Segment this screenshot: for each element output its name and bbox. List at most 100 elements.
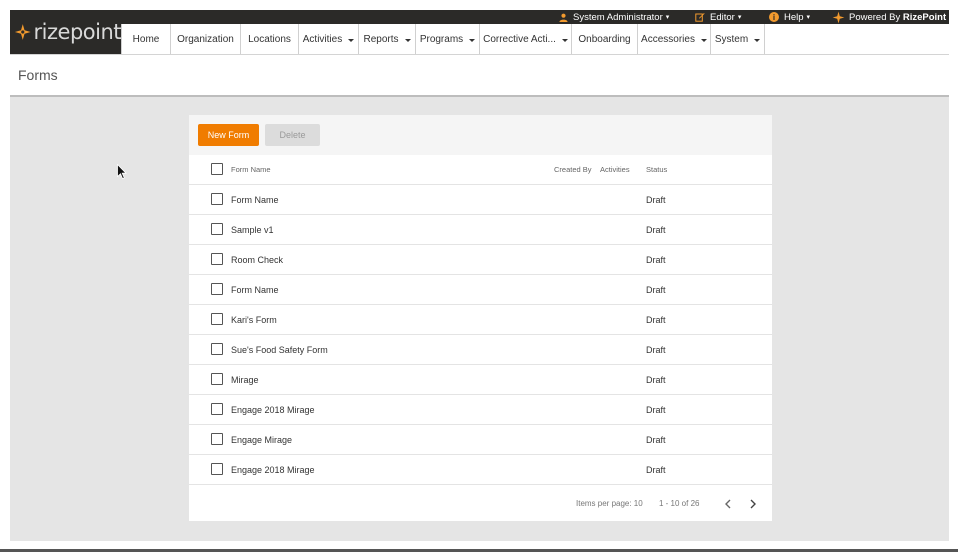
main-nav: Home Organization Locations Activities Repor… [121, 24, 765, 54]
caret-down-icon [404, 38, 411, 42]
table-header: Form Name Created By Activities Status [189, 155, 772, 185]
form-name-cell[interactable]: Engage 2018 Mirage [231, 395, 315, 425]
row-checkbox[interactable] [211, 253, 223, 265]
editor-menu-label: Editor [710, 11, 735, 23]
caret-down-icon [469, 38, 476, 42]
table-row[interactable]: Sue's Food Safety Form Draft [189, 335, 772, 365]
row-checkbox[interactable] [211, 403, 223, 415]
powered-by-prefix: Powered By [849, 11, 901, 23]
chevron-down-icon: ▾ [665, 14, 670, 21]
table-row[interactable]: Mirage Draft [189, 365, 772, 395]
nav-item-onboarding[interactable]: Onboarding [571, 24, 637, 54]
nav-divider [10, 54, 949, 55]
table-row[interactable]: Form Name Draft [189, 275, 772, 305]
row-checkbox[interactable] [211, 373, 223, 385]
form-name-cell[interactable]: Room Check [231, 245, 283, 275]
select-all-checkbox[interactable] [211, 163, 223, 175]
row-checkbox[interactable] [211, 193, 223, 205]
nav-item-corrective-acti[interactable]: Corrective Acti... [479, 24, 571, 54]
form-name-cell[interactable]: Kari's Form [231, 305, 277, 335]
nav-item-label: Activities [302, 33, 343, 45]
table-row[interactable]: Engage Mirage Draft [189, 425, 772, 455]
info-icon: i [769, 12, 779, 22]
column-header-form-name[interactable]: Form Name [231, 155, 271, 185]
row-checkbox[interactable] [211, 433, 223, 445]
form-name-cell[interactable]: Mirage [231, 365, 259, 395]
row-checkbox[interactable] [211, 343, 223, 355]
chevron-down-icon: ▾ [737, 14, 742, 21]
logo[interactable]: rizepoint [10, 10, 122, 54]
nav-item-activities[interactable]: Activities [298, 24, 358, 54]
status-cell: Draft [646, 195, 666, 205]
table-row[interactable]: Engage 2018 Mirage Draft [189, 455, 772, 485]
nav-item-reports[interactable]: Reports [358, 24, 415, 54]
items-per-page[interactable]: Items per page: 10 [576, 486, 643, 521]
chevron-left-icon [725, 499, 731, 509]
status-cell: Draft [646, 375, 666, 385]
help-menu[interactable]: i Help ▾ [769, 10, 810, 24]
user-menu[interactable]: System Administrator ▾ [559, 10, 669, 24]
column-header-created-by[interactable]: Created By [554, 155, 592, 185]
nav-item-locations[interactable]: Locations [240, 24, 298, 54]
form-name-cell[interactable]: Sample v1 [231, 215, 274, 245]
nav-item-label: Organization [177, 33, 234, 45]
prev-page-button[interactable] [722, 498, 734, 510]
status-cell: Draft [646, 405, 666, 415]
nav-item-programs[interactable]: Programs [415, 24, 479, 54]
row-checkbox[interactable] [211, 313, 223, 325]
row-checkbox[interactable] [211, 463, 223, 475]
user-icon [559, 13, 568, 22]
form-name-cell[interactable]: Engage 2018 Mirage [231, 455, 315, 485]
delete-button[interactable]: Delete [265, 124, 320, 146]
nav-item-label: Reports [363, 33, 399, 45]
rizepoint-star-icon [14, 24, 31, 40]
editor-menu[interactable]: Editor ▾ [695, 10, 741, 24]
caret-down-icon [348, 38, 355, 42]
chevron-right-icon [750, 499, 756, 509]
rizepoint-star-icon [832, 11, 845, 23]
nav-item-label: System [714, 33, 749, 45]
nav-item-label: Accessories [641, 33, 695, 45]
nav-item-organization[interactable]: Organization [170, 24, 240, 54]
row-checkbox[interactable] [211, 283, 223, 295]
nav-item-home[interactable]: Home [121, 24, 170, 54]
nav-item-label: Onboarding [578, 33, 631, 45]
help-menu-label: Help [784, 11, 804, 23]
status-cell: Draft [646, 345, 666, 355]
status-cell: Draft [646, 435, 666, 445]
form-name-cell[interactable]: Form Name [231, 185, 279, 215]
table-row[interactable]: Room Check Draft [189, 245, 772, 275]
table-row[interactable]: Kari's Form Draft [189, 305, 772, 335]
table-row[interactable]: Sample v1 Draft [189, 215, 772, 245]
logo-text: rizepoint [33, 20, 122, 44]
caret-down-icon [561, 38, 568, 42]
next-page-button[interactable] [747, 498, 759, 510]
row-checkbox[interactable] [211, 223, 223, 235]
caret-down-icon [754, 38, 761, 42]
pencil-edit-icon [695, 13, 705, 22]
status-cell: Draft [646, 465, 666, 475]
form-name-cell[interactable]: Sue's Food Safety Form [231, 335, 328, 365]
form-name-cell[interactable]: Form Name [231, 275, 279, 305]
table-row[interactable]: Form Name Draft [189, 185, 772, 215]
new-form-button[interactable]: New Form [198, 124, 259, 146]
nav-item-label: Corrective Acti... [483, 33, 556, 45]
pagination: Items per page: 10 1 - 10 of 26 [189, 486, 772, 521]
nav-item-accessories[interactable]: Accessories [637, 24, 710, 54]
powered-by[interactable]: Powered By RizePoint [832, 10, 946, 24]
column-header-activities[interactable]: Activities [600, 155, 630, 185]
status-cell: Draft [646, 315, 666, 325]
nav-item-label: Home [132, 33, 160, 45]
page-range: 1 - 10 of 26 [659, 499, 700, 508]
mouse-cursor-icon [117, 164, 127, 180]
toolbar: New Form Delete [189, 115, 772, 155]
chevron-down-icon: ▾ [806, 14, 811, 21]
status-cell: Draft [646, 255, 666, 265]
column-header-status[interactable]: Status [646, 155, 667, 185]
page-title: Forms [18, 67, 58, 83]
form-name-cell[interactable]: Engage Mirage [231, 425, 292, 455]
nav-item-system[interactable]: System [710, 24, 765, 54]
table-row[interactable]: Engage 2018 Mirage Draft [189, 395, 772, 425]
nav-item-label: Locations [248, 33, 291, 45]
status-cell: Draft [646, 285, 666, 295]
